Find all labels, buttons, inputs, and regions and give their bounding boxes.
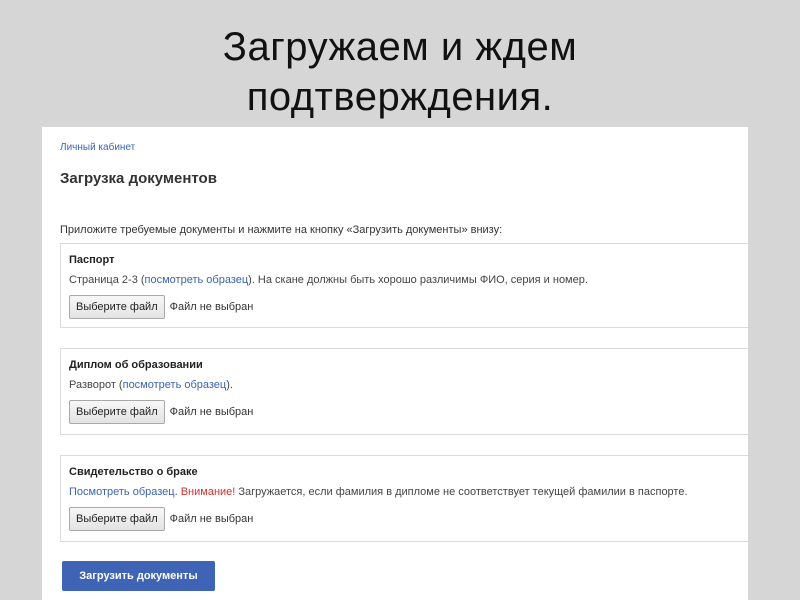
file-row-marriage-certificate: Выберите файл Файл не выбран: [69, 507, 744, 531]
doc-desc-text: ).: [226, 379, 233, 391]
doc-title-passport: Паспорт: [69, 254, 115, 266]
sample-link-marriage-certificate[interactable]: Посмотреть образец: [69, 486, 175, 498]
doc-desc-text: Страница 2-3 (: [69, 274, 145, 286]
choose-file-button-passport[interactable]: Выберите файл: [69, 295, 165, 319]
file-row-passport: Выберите файл Файл не выбран: [69, 295, 744, 319]
breadcrumb-personal-account[interactable]: Личный кабинет: [60, 142, 135, 153]
upload-documents-panel: Личный кабинет Загрузка документов Прило…: [42, 127, 748, 600]
doc-desc-text: Загружается, если фамилия в дипломе не с…: [235, 486, 688, 498]
doc-card-diploma: Диплом об образовании Разворот (посмотре…: [60, 348, 748, 435]
instruction-text: Приложите требуемые документы и нажмите …: [60, 224, 503, 236]
file-status-passport: Файл не выбран: [169, 301, 254, 313]
sample-link-passport[interactable]: посмотреть образец: [145, 274, 249, 286]
warning-label: Внимание!: [180, 486, 236, 498]
doc-desc-marriage-certificate: Посмотреть образец. Внимание! Загружаетс…: [69, 486, 744, 498]
doc-card-marriage-certificate: Свидетельство о браке Посмотреть образец…: [60, 455, 748, 542]
slide-title: Загружаем и ждем подтверждения.: [0, 22, 800, 122]
page-title: Загрузка документов: [60, 170, 217, 187]
doc-card-passport: Паспорт Страница 2-3 (посмотреть образец…: [60, 243, 748, 328]
doc-title-diploma: Диплом об образовании: [69, 359, 203, 371]
file-row-diploma: Выберите файл Файл не выбран: [69, 400, 744, 424]
file-status-marriage-certificate: Файл не выбран: [169, 513, 254, 525]
upload-documents-button[interactable]: Загрузить документы: [62, 561, 215, 591]
choose-file-button-marriage-certificate[interactable]: Выберите файл: [69, 507, 165, 531]
slide-title-line-1: Загружаем и ждем: [222, 25, 578, 69]
sample-link-diploma[interactable]: посмотреть образец: [123, 379, 227, 391]
doc-title-marriage-certificate: Свидетельство о браке: [69, 466, 198, 478]
doc-desc-text: Разворот (: [69, 379, 123, 391]
doc-desc-passport: Страница 2-3 (посмотреть образец). На ск…: [69, 274, 744, 286]
file-status-diploma: Файл не выбран: [169, 406, 254, 418]
doc-desc-diploma: Разворот (посмотреть образец).: [69, 379, 744, 391]
doc-desc-text: ). На скане должны быть хорошо различимы…: [248, 274, 588, 286]
slide-title-line-2: подтверждения.: [246, 75, 554, 119]
choose-file-button-diploma[interactable]: Выберите файл: [69, 400, 165, 424]
